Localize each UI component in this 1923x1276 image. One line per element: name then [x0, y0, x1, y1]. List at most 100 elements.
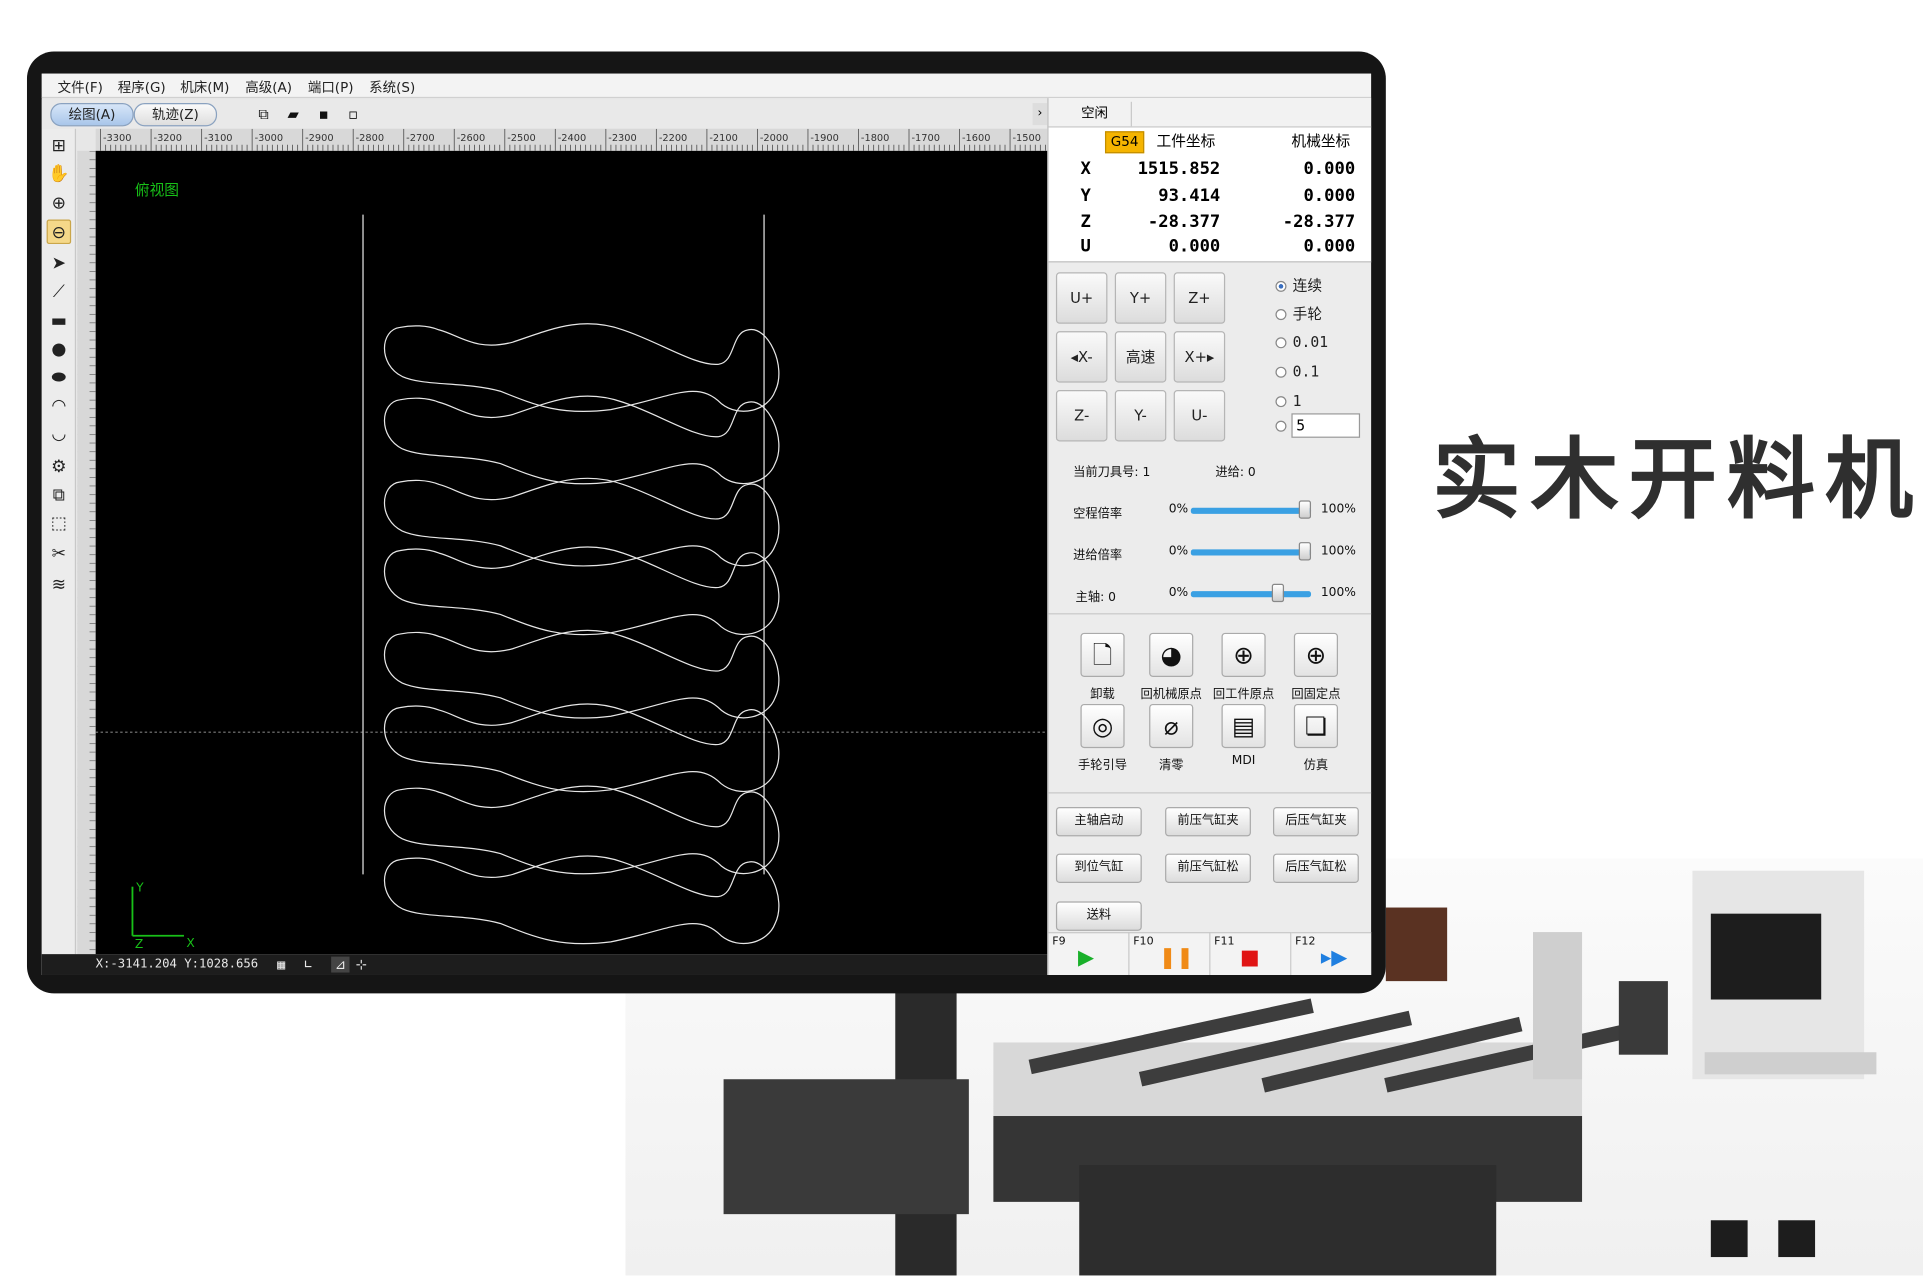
open-folder-icon[interactable]: ▰ [283, 104, 303, 124]
new-file-icon[interactable]: ⧉ [254, 104, 274, 124]
stop-f11-button[interactable]: F11 ■ [1210, 932, 1292, 975]
jog-fast-button[interactable]: 高速 [1114, 331, 1167, 383]
step-handwheel-radio[interactable]: 手轮 [1275, 303, 1322, 324]
trim-icon[interactable]: ✂ [47, 542, 72, 567]
position-cylinder-button[interactable]: 到位气缸 [1055, 853, 1142, 884]
part-2 [383, 395, 780, 485]
step-continuous-radio[interactable]: 连续 [1275, 275, 1322, 296]
layers-icon[interactable]: ≋ [47, 573, 72, 598]
step-0-01-radio[interactable]: 0.01 [1275, 334, 1328, 351]
mdi-icon: ▤ [1231, 711, 1256, 741]
feed-material-button[interactable]: 送料 [1055, 901, 1142, 931]
machine-origin-icon: ◕ [1160, 640, 1182, 670]
collapse-panel-icon[interactable]: › [1032, 103, 1048, 126]
pause-f10-button[interactable]: F10 ❚❚ [1129, 932, 1211, 975]
run-f9-button[interactable]: F9 ▶ [1048, 932, 1130, 975]
polyline-icon[interactable]: ⟋ [47, 280, 72, 305]
menu-system[interactable]: 系统(S) [369, 77, 415, 97]
home-work-button[interactable]: ⊕ [1221, 632, 1266, 677]
jog-y-minus-button[interactable]: Y- [1114, 389, 1167, 442]
ruler-label: -1600 [962, 133, 990, 144]
jog-z-minus-button[interactable]: Z- [1055, 389, 1108, 442]
ruler-label: -2800 [356, 133, 384, 144]
jog-x-plus-button[interactable]: X+▸ [1173, 331, 1226, 383]
work-x-value: 1515.852 [1137, 159, 1221, 180]
home-fixed-button[interactable]: ⊕ [1293, 632, 1339, 677]
ruler-label: -3000 [255, 133, 283, 144]
rear-clamp-button[interactable]: 后压气缸夹 [1273, 806, 1359, 837]
jog-x-minus-button[interactable]: ◂X- [1055, 331, 1108, 383]
drawing-tools: ⊞ ✋ ⊕ ⊖ ➤ ⟋ ▬ ● ⬬ ◠ ◡ ⚙ ⧉ ⬚ ✂ ≋ [41, 128, 77, 955]
cursor-coordinates: X:-3141.204 Y:1028.656 [95, 957, 259, 972]
osnap-icon[interactable]: ⊹ [356, 957, 367, 973]
array-icon[interactable]: ⧉ [47, 483, 72, 508]
save-icon[interactable]: ▪ [314, 104, 334, 124]
arc-icon[interactable]: ◠ [47, 394, 72, 419]
ortho-icon[interactable]: ∟ [304, 957, 312, 973]
step-f12-button[interactable]: F12 ▸▶ [1291, 932, 1372, 975]
unload-button[interactable]: 🗋 [1080, 632, 1125, 677]
custom-step-input[interactable] [1291, 413, 1361, 438]
zoom-out-icon[interactable]: ⊖ [46, 219, 72, 245]
menu-advanced[interactable]: 高级(A) [245, 77, 292, 97]
ruler-label: -3100 [204, 133, 232, 144]
tab-draw[interactable]: 绘图(A) [50, 103, 134, 127]
ruler-label: -1800 [861, 133, 889, 144]
jog-u-minus-button[interactable]: U- [1173, 389, 1226, 442]
rectangle-icon[interactable]: ▬ [47, 309, 72, 334]
menu-program[interactable]: 程序(G) [118, 77, 166, 97]
play-icon: ▶ [1078, 945, 1095, 971]
simulate-button[interactable]: ❏ [1293, 703, 1339, 749]
transform-icon[interactable]: ⬚ [47, 511, 72, 536]
arc2-icon[interactable]: ◡ [47, 422, 72, 447]
fit-view-icon[interactable]: ⊞ [47, 134, 72, 159]
work-origin-icon: ⊕ [1233, 640, 1254, 670]
rear-release-button[interactable]: 后压气缸松 [1273, 853, 1359, 884]
current-tool-label: 当前刀具号: 1 [1073, 466, 1151, 480]
snap-icon[interactable]: ⊿ [331, 956, 350, 973]
view-name-label: 俯视图 [135, 182, 179, 199]
menu-machine[interactable]: 机床(M) [180, 77, 229, 97]
step-0-1-radio[interactable]: 0.1 [1275, 363, 1319, 380]
work-z-value: -28.377 [1147, 212, 1221, 232]
grid-icon[interactable]: ▦ [277, 957, 285, 973]
machine-y-value: 0.000 [1303, 186, 1356, 207]
tab-track[interactable]: 轨迹(Z) [133, 103, 218, 127]
jog-z-plus-button[interactable]: Z+ [1173, 272, 1226, 324]
jog-y-plus-button[interactable]: Y+ [1114, 272, 1167, 324]
front-clamp-button[interactable]: 前压气缸夹 [1165, 806, 1251, 837]
coord-row-x: X 1515.852 0.000 [1080, 159, 1356, 180]
horizontal-ruler: -3300 -3200 -3100 -3000 -2900 -2800 -2700 -2600… [95, 128, 1048, 151]
coord-row-z: Z -28.377 -28.377 [1080, 212, 1356, 232]
menu-port[interactable]: 端口(P) [308, 77, 354, 97]
node-edit-icon[interactable]: ⚙ [47, 455, 72, 480]
axis-indicator: Y X Z [131, 881, 195, 951]
ruler-label: -3200 [154, 133, 182, 144]
pan-hand-icon[interactable]: ✋ [47, 162, 72, 187]
step-forward-icon: ▸▶ [1320, 945, 1348, 971]
step-1-radio[interactable]: 1 [1275, 392, 1301, 410]
menu-file[interactable]: 文件(F) [58, 77, 103, 97]
zoom-in-icon[interactable]: ⊕ [47, 191, 72, 216]
clear-zero-button[interactable]: ⌀ [1149, 703, 1194, 749]
select-arrow-icon[interactable]: ➤ [47, 251, 72, 276]
home-machine-button[interactable]: ◕ [1149, 632, 1194, 677]
jog-u-plus-button[interactable]: U+ [1055, 272, 1108, 324]
save-as-icon[interactable]: ▫ [343, 104, 363, 124]
ruler-label: -1900 [810, 133, 838, 144]
handwheel-guide-button[interactable]: ◎ [1080, 703, 1125, 749]
spindle-start-button[interactable]: 主轴启动 [1055, 806, 1142, 837]
ruler-label: -1700 [911, 133, 939, 144]
ruler-label: -2900 [305, 133, 333, 144]
stop-icon: ■ [1239, 945, 1260, 971]
fixed-point-icon: ⊕ [1305, 640, 1327, 670]
step-custom-radio[interactable] [1275, 417, 1292, 434]
coord-system-badge[interactable]: G54 [1104, 131, 1145, 154]
part-7 [383, 785, 780, 875]
mdi-button[interactable]: ▤ [1221, 703, 1266, 749]
circle-icon[interactable]: ● [47, 337, 72, 362]
front-release-button[interactable]: 前压气缸松 [1165, 853, 1251, 884]
drawing-canvas[interactable]: 俯视图 Y X Z [95, 150, 1048, 955]
ruler-label: -2400 [558, 133, 586, 144]
ellipse-icon[interactable]: ⬬ [47, 365, 72, 390]
